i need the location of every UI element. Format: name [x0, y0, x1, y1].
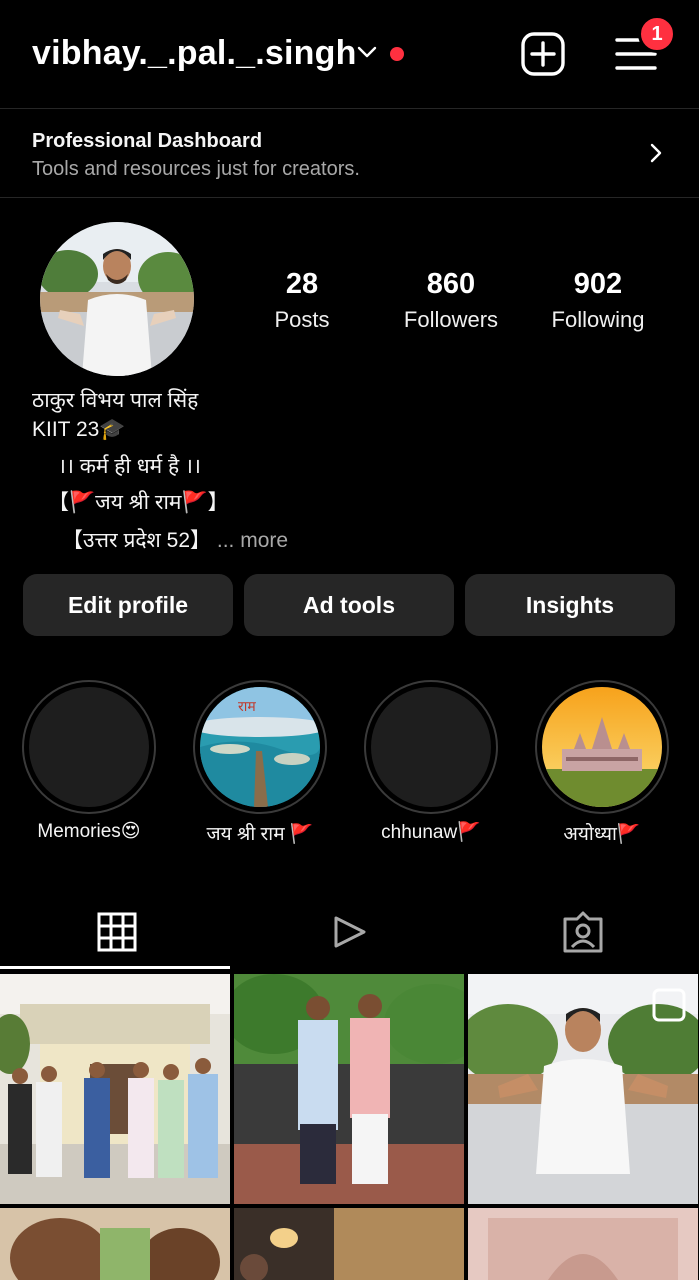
active-tab-indicator — [0, 966, 230, 969]
avatar-photo — [40, 222, 194, 376]
bio-line-with-more: 【उत्तर प्रदेश 52】 ... more — [62, 524, 288, 554]
bio-line: 【उत्तर प्रदेश 52】 — [62, 529, 212, 552]
highlight-label: chhunaw🚩 — [381, 822, 481, 843]
highlight-ayodhya[interactable] — [535, 680, 669, 814]
notification-badge: 1 — [638, 15, 676, 53]
highlight-cover — [29, 687, 149, 807]
svg-text:राम: राम — [238, 699, 256, 715]
posts-count: 28 — [285, 268, 319, 300]
highlight-jai-shri-ram[interactable]: राम — [193, 680, 327, 814]
bio-line: ठाकुर विभय पाल सिंह — [32, 389, 199, 412]
chevron-right-icon — [650, 143, 662, 163]
highlight-cover: राम — [200, 687, 320, 807]
insights-button[interactable]: Insights — [465, 574, 675, 636]
highlight-cover — [371, 687, 491, 807]
bio-line: KIIT 23🎓 — [32, 418, 126, 441]
tab-posts-grid[interactable] — [0, 896, 233, 968]
followers-label: Followers — [403, 307, 499, 332]
tab-reels[interactable] — [233, 896, 466, 968]
highlight-memories[interactable] — [22, 680, 156, 814]
ad-tools-button[interactable]: Ad tools — [244, 574, 454, 636]
divider — [0, 197, 699, 198]
professional-dashboard-row[interactable]: Professional Dashboard Tools and resourc… — [0, 110, 699, 196]
highlight-label: जय श्री राम 🚩 — [206, 824, 314, 845]
username[interactable]: vibhay._.pal._.singh — [32, 34, 357, 73]
edit-profile-button[interactable]: Edit profile — [23, 574, 233, 636]
top-bar: vibhay._.pal._.singh 1 — [0, 0, 699, 108]
tagged-icon — [563, 911, 602, 953]
grid-icon — [97, 912, 136, 952]
post-thumbnail[interactable] — [468, 974, 698, 1204]
reels-icon — [334, 916, 365, 948]
post-thumbnail[interactable] — [0, 974, 230, 1204]
divider — [0, 108, 699, 109]
followers-stat[interactable]: 860 Followers — [394, 268, 508, 333]
bio-line: ।। कर्म ही धर्म है ।। — [58, 455, 201, 478]
tab-tagged[interactable] — [466, 896, 699, 968]
dashboard-subtitle: Tools and resources just for creators. — [32, 158, 360, 180]
bio-more-link[interactable]: ... more — [217, 529, 288, 552]
post-thumbnail[interactable] — [468, 1208, 698, 1280]
followers-count: 860 — [426, 268, 476, 300]
highlight-label: Memories😍 — [37, 821, 141, 842]
profile-avatar[interactable] — [40, 222, 194, 376]
following-label: Following — [551, 307, 645, 332]
post-thumbnail[interactable] — [0, 1208, 230, 1280]
following-count: 902 — [573, 268, 623, 300]
status-dot — [390, 47, 404, 61]
highlight-cover — [542, 687, 662, 807]
posts-label: Posts — [274, 307, 330, 332]
highlight-label: अयोध्या🚩 — [563, 824, 641, 845]
following-stat[interactable]: 902 Following — [542, 268, 654, 333]
post-thumbnail[interactable] — [234, 1208, 464, 1280]
chevron-down-icon[interactable] — [356, 44, 378, 60]
post-thumbnail[interactable] — [234, 974, 464, 1204]
create-plus-icon[interactable] — [520, 31, 566, 77]
posts-stat[interactable]: 28 Posts — [262, 268, 342, 333]
bio-line: 【🚩जय श्री राम🚩】 — [48, 491, 229, 514]
dashboard-title: Professional Dashboard — [32, 130, 263, 152]
highlight-chhunaw[interactable] — [364, 680, 498, 814]
